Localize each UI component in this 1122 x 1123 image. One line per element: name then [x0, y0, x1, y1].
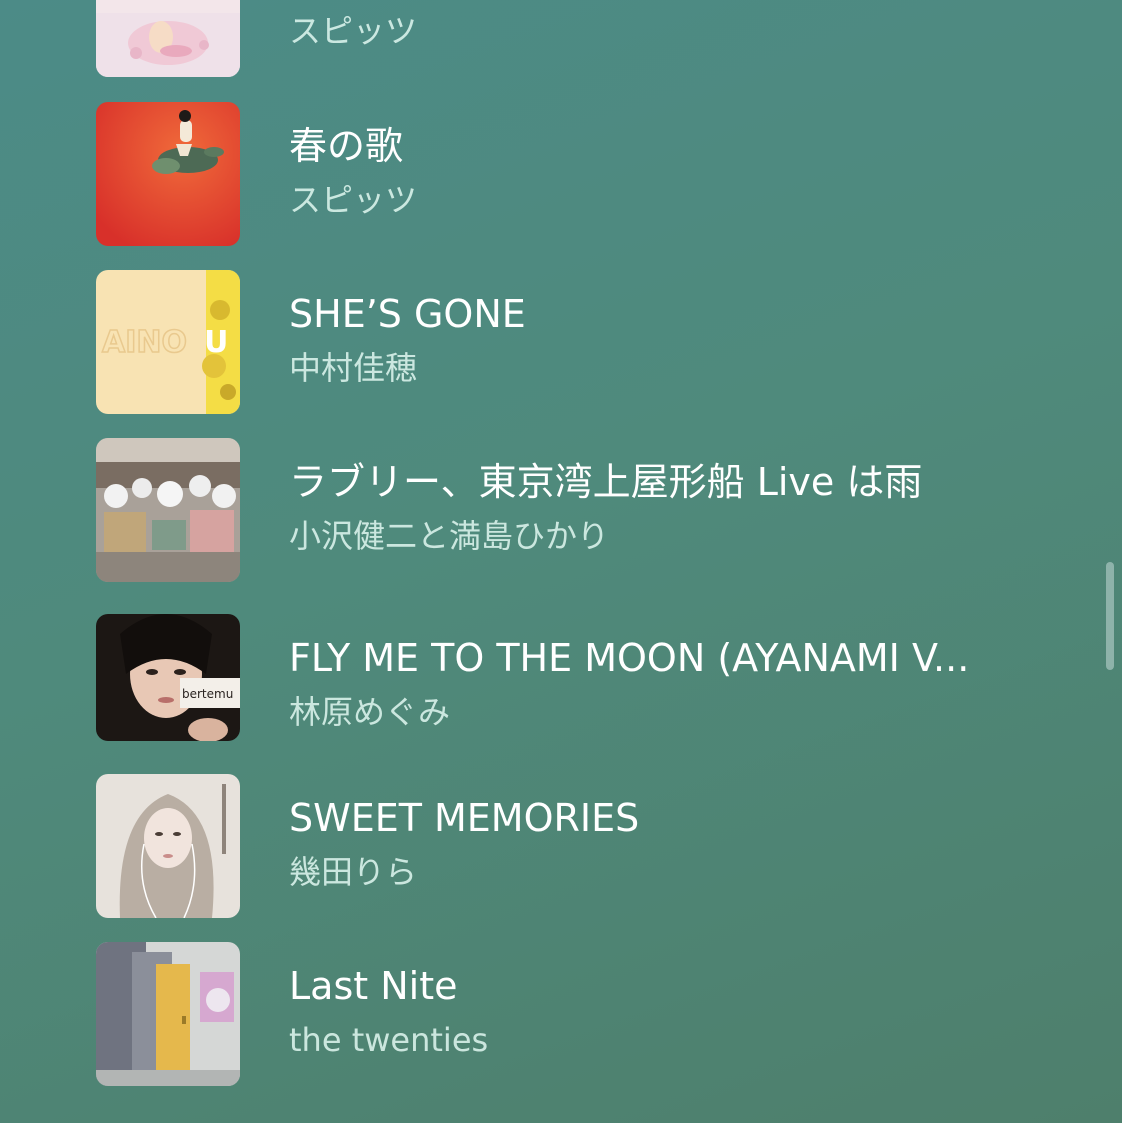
track-row[interactable]: スピッツ	[96, 0, 1036, 77]
track-row[interactable]: bertemu FLY ME TO THE MOON (AYANAMI V...…	[96, 614, 1036, 758]
track-title: SHE’S GONE	[289, 292, 526, 336]
track-row[interactable]: AINO U SHE’S GONE 中村佳穂	[96, 270, 1036, 414]
album-art-ainou-icon: AINO U	[96, 270, 240, 414]
track-title: ラブリー、東京湾上屋形船 Live は雨	[289, 460, 923, 504]
track-artist: スピッツ	[289, 12, 418, 50]
album-art-illustration-icon	[96, 774, 240, 918]
track-title: Last Nite	[289, 964, 458, 1008]
track-artist: スピッツ	[289, 181, 418, 219]
track-row[interactable]: SWEET MEMORIES 幾田りら	[96, 774, 1036, 918]
track-artist: 小沢健二と満島ひかり	[289, 517, 610, 555]
scrollbar-thumb[interactable]	[1106, 562, 1114, 670]
track-row[interactable]: ラブリー、東京湾上屋形船 Live は雨 小沢健二と満島ひかり	[96, 438, 1036, 582]
album-art-portrait-icon: bertemu	[96, 614, 240, 741]
track-row[interactable]: 春の歌 スピッツ	[96, 102, 1036, 246]
track-artist: 中村佳穂	[289, 349, 418, 387]
track-title: FLY ME TO THE MOON (AYANAMI V...	[289, 636, 970, 680]
track-artist: 林原めぐみ	[289, 693, 450, 731]
track-row[interactable]: Last Nite the twenties	[96, 942, 1036, 1086]
svg-text:bertemu: bertemu	[182, 687, 233, 701]
album-art-red-turtle-icon	[96, 102, 240, 246]
album-art-door-icon	[96, 942, 240, 1086]
track-title: 春の歌	[289, 124, 404, 168]
album-art-pink-icon	[96, 0, 240, 77]
track-list: スピッツ 春の歌 スピッツ AINO U SHE’S GONE 中村佳穂 ラブリ…	[0, 0, 1122, 1123]
track-title: SWEET MEMORIES	[289, 796, 640, 840]
svg-text:U: U	[204, 325, 228, 360]
track-artist: 幾田りら	[289, 853, 418, 891]
album-art-lettering: AINO	[102, 325, 187, 360]
album-art-photo-icon	[96, 438, 240, 582]
track-artist: the twenties	[289, 1021, 489, 1059]
